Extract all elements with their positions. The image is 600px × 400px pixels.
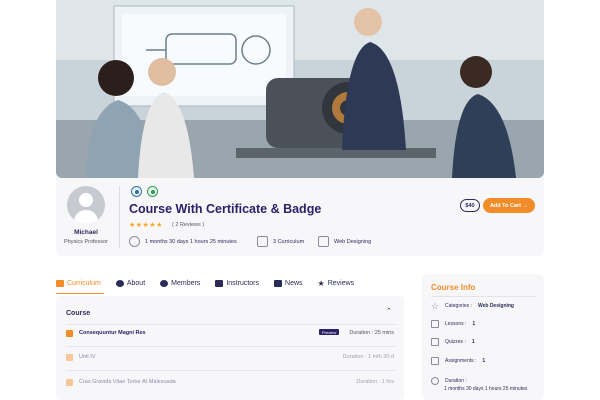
info-duration-label: Duration : — [445, 378, 467, 384]
lesson-row[interactable]: Consequuntur Magni Res Preview Duration … — [66, 327, 396, 339]
members-icon — [160, 280, 169, 287]
divider — [66, 324, 396, 325]
info-assignments-value: 1 — [482, 358, 486, 364]
tab-reviews[interactable]: ★ Reviews — [318, 279, 355, 288]
star-icon: ★ — [317, 279, 325, 288]
lesson-title[interactable]: Unit IV — [79, 354, 96, 360]
lesson-title[interactable]: Consequuntur Magni Res — [79, 330, 146, 336]
instructor-name[interactable]: Michael — [56, 229, 116, 236]
lesson-row[interactable]: Cras Gravida Vitae Tortor At Malesuada D… — [66, 376, 396, 388]
rating-stars: ★★★★★ — [129, 222, 163, 229]
meta-duration: 1 months 30 days 1 hours 25 minutes — [129, 236, 237, 247]
clock-icon — [129, 236, 140, 247]
lesson-title[interactable]: Cras Gravida Vitae Tortor At Malesuada — [79, 379, 176, 385]
tab-curriculum-label: Curriculum — [67, 280, 101, 287]
tab-about[interactable]: About — [115, 280, 146, 287]
meta-category[interactable]: Web Designing — [318, 236, 371, 247]
info-categories-label: Categories : — [445, 303, 472, 309]
chevron-up-icon[interactable]: ⌃ — [386, 307, 392, 315]
lesson-icon — [66, 378, 73, 386]
tab-members[interactable]: Members — [160, 280, 200, 287]
course-info-title: Course Info — [431, 283, 476, 292]
info-categories: ☆ Categories : Web Designing — [431, 301, 514, 311]
tab-members-label: Members — [171, 280, 201, 287]
meta-curriculum-text: 3 Curriculum — [273, 238, 305, 245]
lesson-duration: Duration : 1 mth 30 d — [342, 354, 394, 360]
info-quizzes-label: Quizzes : — [445, 339, 466, 345]
divider — [66, 370, 396, 371]
lesson-duration: Duration : 1 hrs — [356, 379, 394, 385]
certificate-icon — [147, 186, 158, 197]
price-badge: $40 — [460, 199, 480, 212]
category-icon — [318, 236, 329, 247]
instructors-icon — [215, 280, 224, 287]
course-page: Michael Physics Professor Course With Ce… — [0, 0, 600, 400]
tab-reviews-label: Reviews — [327, 280, 355, 287]
info-lessons-label: Lessons : — [445, 321, 467, 327]
course-hero-image — [56, 0, 544, 178]
graduation-icon — [131, 186, 142, 197]
info-duration-value: 1 months 30 days 1 hours 25 minutes — [444, 386, 528, 392]
divider — [66, 346, 396, 347]
lessons-icon — [431, 320, 439, 328]
assignments-icon — [431, 357, 439, 365]
curriculum-section-heading[interactable]: Course — [66, 310, 90, 317]
lesson-duration: Duration : 25 mins — [349, 330, 394, 336]
course-title: Course With Certificate & Badge — [129, 202, 322, 216]
clock-icon — [431, 377, 439, 385]
lesson-row[interactable]: Unit IV Duration : 1 mth 30 d — [66, 351, 396, 363]
info-assignments: Assignments : 1 — [431, 357, 485, 365]
tab-instructors-label: Instructors — [226, 280, 260, 287]
info-quizzes-value: 1 — [471, 339, 475, 345]
info-lessons: Lessons : 1 — [431, 320, 475, 328]
meta-curriculum: 3 Curriculum — [257, 236, 304, 247]
info-categories-value[interactable]: Web Designing — [478, 303, 514, 309]
lesson-icon — [66, 329, 73, 337]
meta-duration-text: 1 months 30 days 1 hours 25 minutes — [145, 238, 237, 245]
preview-badge: Preview — [319, 329, 340, 335]
tab-news[interactable]: News — [274, 280, 303, 287]
reviews-count[interactable]: ( 2 Reviews ) — [172, 222, 204, 228]
tab-curriculum[interactable]: Curriculum — [56, 280, 101, 287]
add-to-cart-button[interactable]: Add To Cart → — [483, 198, 535, 213]
divider — [431, 296, 536, 297]
meta-category-text[interactable]: Web Designing — [334, 239, 371, 245]
instructor-avatar[interactable] — [67, 186, 105, 224]
curriculum-icon — [56, 280, 64, 287]
info-assignments-label: Assignments : — [445, 358, 477, 364]
tab-news-label: News — [285, 280, 303, 287]
quizzes-icon — [431, 338, 439, 346]
book-icon — [257, 236, 268, 247]
instructor-role: Physics Professor — [63, 239, 108, 245]
lesson-icon — [66, 353, 73, 361]
news-icon — [274, 280, 283, 287]
info-duration: Duration : — [431, 377, 467, 385]
info-lessons-value: 1 — [472, 321, 476, 327]
star-icon: ☆ — [431, 301, 440, 311]
header-divider — [119, 186, 120, 248]
course-tabs: Curriculum About Members Instructors New… — [56, 279, 369, 288]
info-quizzes: Quizzes : 1 — [431, 338, 475, 346]
tab-instructors[interactable]: Instructors — [215, 280, 259, 287]
tab-about-label: About — [126, 280, 146, 287]
about-icon — [115, 280, 124, 287]
active-tab-underline — [56, 293, 104, 294]
